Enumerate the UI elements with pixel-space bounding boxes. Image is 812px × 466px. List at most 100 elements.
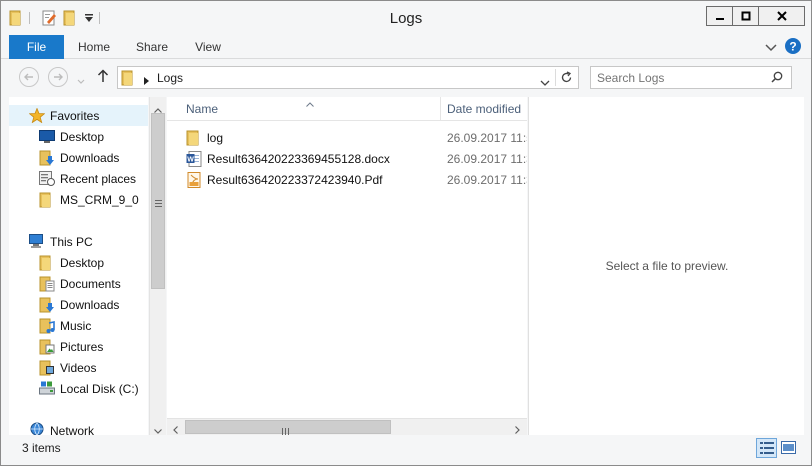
computer-icon	[29, 234, 45, 248]
nav-item-label: Music	[60, 319, 92, 333]
navigation-pane: Favorites Desktop Downloads Recent place…	[9, 97, 148, 435]
file-row[interactable]: log 26.09.2017 11:5	[167, 127, 527, 148]
breadcrumb-chevron-icon[interactable]	[144, 74, 149, 88]
refresh-icon[interactable]	[560, 71, 573, 87]
network-icon	[29, 422, 45, 435]
nav-group-this-pc[interactable]: This PC	[9, 231, 148, 252]
nav-item-label: Desktop	[60, 256, 105, 270]
search-icon[interactable]	[771, 71, 783, 86]
nav-item-label: MS_CRM_9_0	[60, 193, 139, 207]
close-icon	[776, 11, 787, 21]
nav-item-desktop[interactable]: Desktop	[9, 126, 148, 147]
tab-file[interactable]: File	[9, 35, 64, 59]
preview-pane: Select a file to preview.	[528, 97, 804, 435]
pictures-folder-icon	[39, 339, 55, 355]
nav-item-recent-places[interactable]: Recent places	[9, 168, 148, 189]
breadcrumb-item[interactable]: Logs	[157, 71, 183, 85]
details-view-button[interactable]	[756, 438, 777, 458]
scroll-down-icon[interactable]	[154, 423, 162, 437]
back-button[interactable]	[19, 67, 39, 87]
column-date-modified[interactable]: Date modified	[447, 102, 521, 116]
explorer-window: Logs File Home Share View ? Logs Search …	[0, 0, 812, 466]
nav-item-pc-downloads[interactable]: Downloads	[9, 294, 148, 315]
preview-message: Select a file to preview.	[605, 259, 729, 273]
address-history-chevron-icon[interactable]	[540, 75, 550, 89]
item-count: 3 items	[22, 441, 61, 455]
file-list: Name Date modified log 26.09.2017 11:5 W…	[167, 97, 527, 435]
nav-item-documents[interactable]: Documents	[9, 273, 148, 294]
nav-item-music[interactable]: Music	[9, 315, 148, 336]
music-folder-icon	[39, 318, 55, 334]
column-name[interactable]: Name	[186, 102, 218, 116]
nav-item-label: Videos	[60, 361, 97, 375]
file-name: log	[207, 131, 224, 145]
file-date: 26.09.2017 11:3	[447, 173, 527, 187]
up-arrow-icon[interactable]	[97, 69, 109, 86]
column-divider[interactable]	[440, 97, 441, 121]
scroll-thumb[interactable]	[151, 113, 165, 289]
ribbon-tabs: File Home Share View ?	[1, 35, 811, 59]
downloads-folder-icon	[39, 297, 55, 313]
nav-item-pc-desktop[interactable]: Desktop	[9, 252, 148, 273]
nav-item-ms-crm[interactable]: MS_CRM_9_0	[9, 189, 148, 210]
desktop-icon	[39, 130, 55, 144]
word-document-icon: W	[186, 151, 202, 167]
grip-icon	[282, 424, 289, 438]
nav-group-favorites[interactable]: Favorites	[9, 105, 148, 126]
maximize-button[interactable]	[732, 6, 759, 26]
folder-icon	[39, 192, 55, 208]
nav-item-label: Desktop	[60, 130, 105, 144]
nav-item-videos[interactable]: Videos	[9, 357, 148, 378]
navigation-bar: Logs	[1, 60, 811, 94]
address-bar[interactable]: Logs	[117, 66, 579, 89]
folder-icon	[39, 255, 55, 271]
local-disk-icon	[39, 381, 55, 395]
large-icons-view-button[interactable]	[781, 441, 796, 457]
help-icon[interactable]: ?	[784, 37, 802, 58]
tab-view[interactable]: View	[181, 35, 235, 59]
documents-folder-icon	[39, 276, 55, 292]
nav-item-label: Recent places	[60, 172, 137, 186]
scroll-left-icon[interactable]	[173, 423, 178, 437]
nav-item-label: Pictures	[60, 340, 104, 354]
nav-item-local-disk[interactable]: Local Disk (C:)	[9, 378, 148, 399]
window-title: Logs	[389, 10, 423, 27]
tab-share[interactable]: Share	[125, 35, 179, 59]
file-row[interactable]: Result636420223372423940.Pdf 26.09.2017 …	[167, 169, 527, 190]
recent-locations-icon[interactable]	[77, 74, 85, 88]
star-icon	[28, 107, 46, 124]
expand-ribbon-icon[interactable]	[765, 41, 777, 55]
nav-item-label: Local Disk (C:)	[60, 382, 139, 396]
column-header: Name Date modified	[167, 97, 527, 121]
file-list-horizontal-scrollbar[interactable]	[167, 418, 527, 435]
nav-group-network[interactable]: Network	[9, 420, 148, 435]
svg-text:W: W	[187, 157, 194, 164]
search-box[interactable]	[590, 66, 792, 89]
search-input[interactable]	[597, 70, 767, 86]
scroll-right-icon[interactable]	[515, 423, 520, 437]
nav-item-label: Downloads	[60, 298, 120, 312]
downloads-folder-icon	[39, 150, 55, 166]
nav-item-pictures[interactable]: Pictures	[9, 336, 148, 357]
nav-item-downloads[interactable]: Downloads	[9, 147, 148, 168]
folder-icon	[186, 130, 202, 146]
file-row[interactable]: W Result636420223369455128.docx 26.09.20…	[167, 148, 527, 169]
nav-group-label: Network	[50, 424, 95, 435]
status-bar: 3 items	[1, 437, 811, 465]
svg-text:?: ?	[789, 40, 796, 54]
file-date: 26.09.2017 11:3	[447, 152, 527, 166]
file-name: Result636420223372423940.Pdf	[207, 173, 383, 187]
file-name: Result636420223369455128.docx	[207, 152, 390, 166]
title-bar: Logs	[1, 1, 811, 35]
close-button[interactable]	[759, 6, 805, 26]
minimize-button[interactable]	[706, 6, 732, 26]
forward-button[interactable]	[48, 67, 68, 87]
scroll-thumb[interactable]	[185, 420, 391, 435]
nav-group-label: This PC	[50, 235, 93, 249]
address-divider	[555, 69, 556, 86]
sort-ascending-icon	[306, 96, 314, 110]
nav-item-label: Downloads	[60, 151, 120, 165]
navigation-pane-scrollbar[interactable]	[149, 97, 166, 435]
tab-home[interactable]: Home	[67, 35, 121, 59]
nav-group-label: Favorites	[50, 109, 100, 123]
